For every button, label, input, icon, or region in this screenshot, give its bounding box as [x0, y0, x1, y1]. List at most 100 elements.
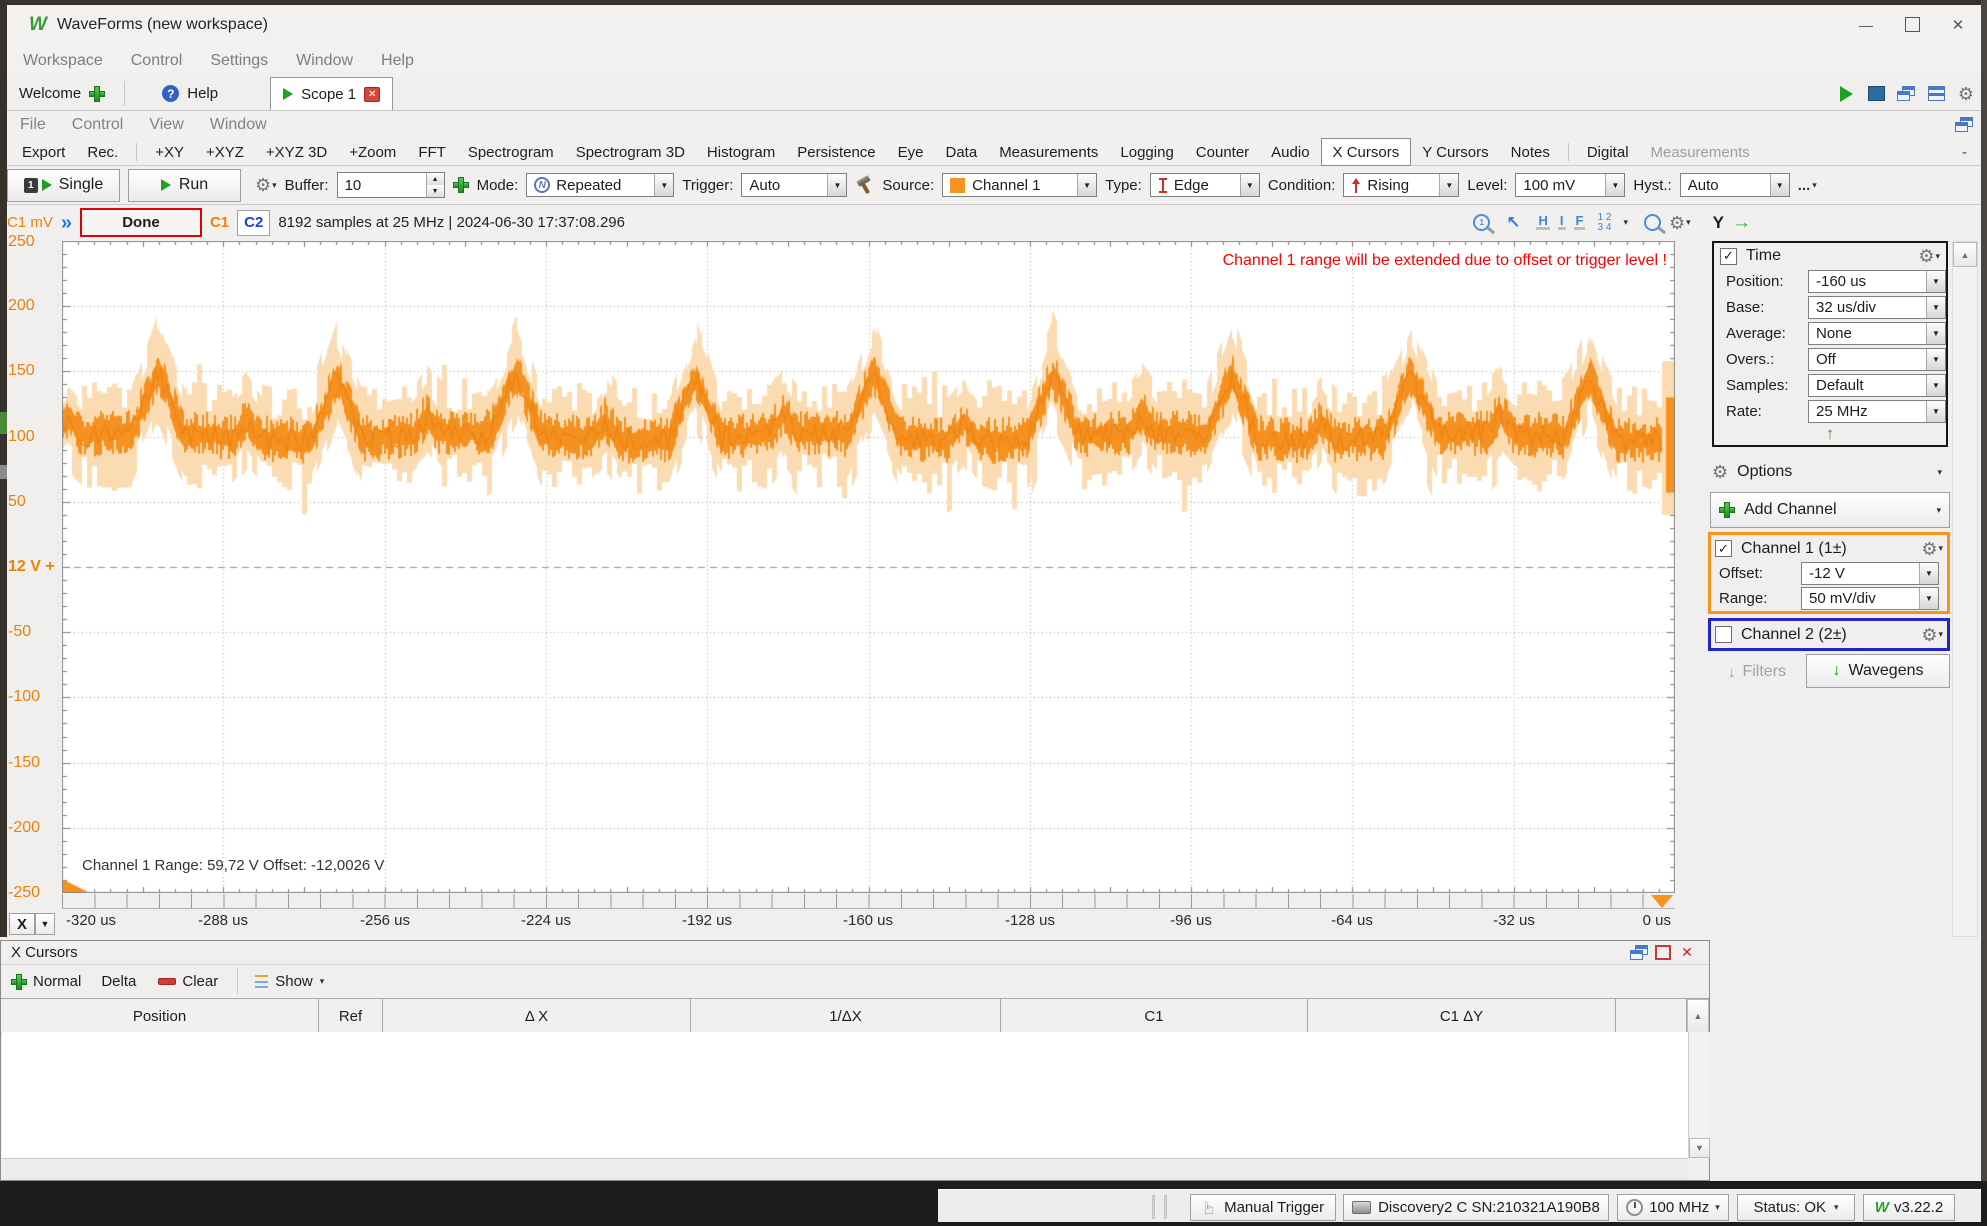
manual-trigger-button[interactable]: ☞ Manual Trigger — [1190, 1194, 1336, 1221]
channel1-checkbox[interactable]: ✓ — [1715, 540, 1732, 557]
scope-plot[interactable] — [62, 241, 1675, 893]
column-c1-delta-y[interactable]: C1 ΔY — [1308, 999, 1616, 1033]
y-expand-icon[interactable]: → — [1732, 212, 1751, 234]
base-select[interactable]: 32 us/div▼ — [1808, 296, 1946, 319]
more-options-button[interactable]: ... ▾ — [1798, 177, 1817, 194]
toolbar-histogram[interactable]: Histogram — [696, 139, 786, 165]
quick-measure-numbers-icon[interactable]: 1 2 3 4 — [1593, 213, 1615, 233]
toolbar-spectrogram3d[interactable]: Spectrogram 3D — [565, 139, 696, 165]
undock-button[interactable] — [1947, 113, 1981, 137]
frequency-button[interactable]: 100 MHz ▾ — [1617, 1194, 1729, 1221]
channel2-checkbox[interactable] — [1715, 626, 1732, 643]
expand-icon[interactable]: » — [61, 215, 72, 231]
menu-workspace[interactable]: Workspace — [9, 52, 117, 70]
rate-select[interactable]: 25 MHz▼ — [1808, 400, 1946, 423]
freq-measure-icon[interactable]: F — [1574, 215, 1586, 230]
toolbar-zoom[interactable]: +Zoom — [338, 139, 407, 165]
toolbar-digital[interactable]: Digital — [1576, 139, 1640, 165]
channel1-settings-button[interactable]: ⚙▾ — [1921, 540, 1943, 558]
oversampling-select[interactable]: Off▼ — [1808, 348, 1946, 371]
column-ref[interactable]: Ref — [319, 999, 383, 1033]
y-axis-button[interactable]: Y — [1713, 213, 1724, 233]
c2-toggle[interactable]: C2 — [237, 210, 270, 236]
toolbar-y-cursors[interactable]: Y Cursors — [1411, 139, 1499, 165]
panel-close-button[interactable]: ✕ — [1675, 943, 1699, 963]
toolbar-audio[interactable]: Audio — [1260, 139, 1320, 165]
add-delta-cursor-button[interactable]: Delta — [91, 973, 146, 990]
table-scroll-down-icon[interactable]: ▼ — [1689, 1138, 1710, 1158]
panel-maximize-button[interactable] — [1651, 943, 1675, 963]
level-select[interactable]: 100 mV ▼ — [1515, 173, 1625, 197]
column-delta-x[interactable]: Δ X — [383, 999, 691, 1033]
plot-settings-button[interactable]: ⚙▾ — [1669, 214, 1691, 232]
minimize-button[interactable]: — — [1843, 5, 1889, 44]
type-select[interactable]: Edge ▼ — [1150, 173, 1260, 197]
buffer-settings-button[interactable]: ⚙▾ — [255, 176, 277, 194]
column-c1[interactable]: C1 — [1001, 999, 1308, 1033]
toolbar-x-cursors[interactable]: X Cursors — [1321, 138, 1412, 166]
column-position[interactable]: Position — [1, 999, 319, 1033]
tab-help[interactable]: ? Help — [146, 77, 234, 110]
mode-select[interactable]: N Repeated ▼ — [526, 173, 674, 197]
toolbar-rec[interactable]: Rec. — [76, 139, 129, 165]
spinner-up-icon[interactable]: ▲ — [427, 173, 444, 185]
toolbar-xyz[interactable]: +XYZ — [195, 139, 255, 165]
toolbar-counter[interactable]: Counter — [1185, 139, 1260, 165]
menu-window[interactable]: Window — [282, 52, 367, 70]
scope-menu-file[interactable]: File — [7, 116, 59, 134]
position-select[interactable]: -160 us▼ — [1808, 270, 1946, 293]
side-panel-scrollbar[interactable]: ▲ — [1952, 241, 1978, 937]
toolbar-measurements[interactable]: Measurements — [988, 139, 1109, 165]
trigger-position-marker[interactable] — [1651, 895, 1673, 908]
vertical-measure-icon[interactable]: I — [1558, 215, 1566, 230]
range-select[interactable]: 50 mV/div▼ — [1801, 587, 1939, 610]
offset-select[interactable]: -12 V▼ — [1801, 562, 1939, 585]
zoom-1x-icon[interactable]: 1 — [1473, 214, 1490, 231]
toolbar-logging[interactable]: Logging — [1109, 139, 1184, 165]
average-select[interactable]: None▼ — [1808, 322, 1946, 345]
toolbar-xyz3d[interactable]: +XYZ 3D — [255, 139, 338, 165]
cascade-windows-button[interactable] — [1891, 80, 1921, 108]
time-settings-button[interactable]: ⚙▾ — [1918, 247, 1940, 265]
table-scroll-up-icon[interactable]: ▲ — [1687, 999, 1709, 1033]
x-axis-button[interactable]: X — [9, 913, 35, 935]
toolbar-xy[interactable]: +XY — [144, 139, 195, 165]
x-axis-dropdown[interactable]: ▼ — [35, 913, 55, 935]
scope-menu-view[interactable]: View — [136, 116, 196, 134]
status-button[interactable]: Status: OK ▾ — [1737, 1194, 1855, 1221]
samples-select[interactable]: Default▼ — [1808, 374, 1946, 397]
toolbar-persistence[interactable]: Persistence — [786, 139, 886, 165]
buffer-spinner[interactable]: 10 ▲ ▼ — [337, 172, 445, 198]
toolbar-collapse[interactable]: - — [1962, 144, 1967, 161]
tab-welcome[interactable]: Welcome — [7, 77, 117, 110]
add-channel-button[interactable]: Add Channel ▾ — [1710, 492, 1950, 528]
column-inv-delta-x[interactable]: 1/ΔX — [691, 999, 1001, 1033]
close-scope-tab-icon[interactable]: ✕ — [364, 87, 380, 102]
clear-cursors-button[interactable]: Clear — [152, 973, 224, 990]
toolbar-data[interactable]: Data — [935, 139, 989, 165]
trigger-select[interactable]: Auto ▼ — [741, 173, 847, 197]
x-cursors-table-body[interactable] — [2, 1032, 1688, 1158]
trigger-tool-icon[interactable] — [855, 176, 874, 194]
toolbar-export[interactable]: Export — [11, 139, 76, 165]
tile-windows-button[interactable] — [1921, 80, 1951, 108]
stop-all-button[interactable] — [1861, 80, 1891, 108]
version-button[interactable]: W v3.22.2 — [1863, 1194, 1955, 1221]
table-vscrollbar[interactable]: ▼ — [1688, 1032, 1710, 1158]
close-button[interactable]: ✕ — [1935, 5, 1981, 44]
show-columns-button[interactable]: Show ▾ — [251, 973, 328, 990]
scope-menu-window[interactable]: Window — [197, 116, 280, 134]
zoom-options-icon[interactable] — [1644, 214, 1661, 231]
time-checkbox[interactable]: ✓ — [1720, 248, 1737, 265]
spinner-down-icon[interactable]: ▼ — [427, 185, 444, 197]
options-row[interactable]: ⚙ Options ▾ — [1712, 458, 1948, 486]
wavegens-button[interactable]: ↓ Wavegens — [1806, 654, 1950, 688]
chevron-down-icon[interactable]: ▾ — [1623, 217, 1628, 228]
scope-menu-control[interactable]: Control — [59, 116, 137, 134]
device-button[interactable]: Discovery2 C SN:210321A190B8 — [1343, 1194, 1609, 1221]
toolbar-spectrogram[interactable]: Spectrogram — [457, 139, 565, 165]
menu-settings[interactable]: Settings — [196, 52, 282, 70]
add-normal-cursor-button[interactable]: Normal — [7, 973, 85, 990]
menu-control[interactable]: Control — [117, 52, 197, 70]
run-button[interactable]: Run — [128, 169, 241, 202]
